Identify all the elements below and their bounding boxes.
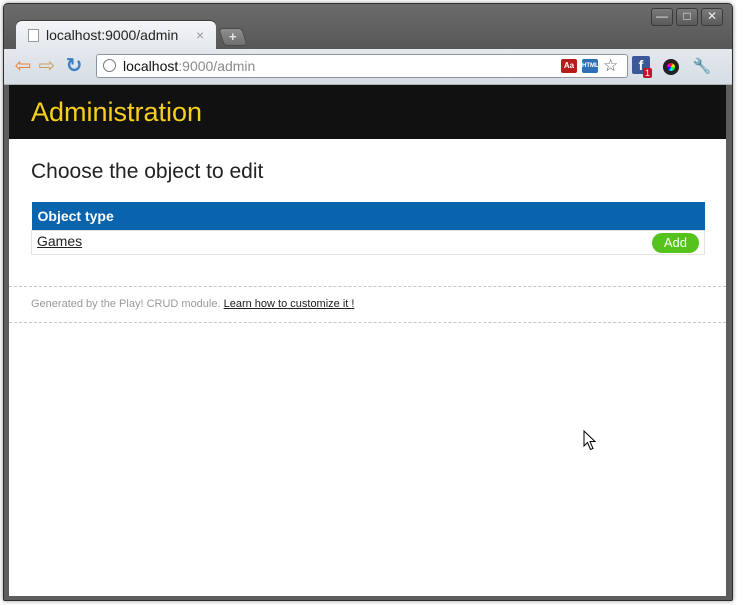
close-window-button[interactable]: ✕ [701, 8, 723, 26]
minimize-button[interactable]: — [651, 8, 673, 26]
customize-link[interactable]: Learn how to customize it ! [224, 298, 355, 310]
admin-header: Administration [9, 85, 726, 139]
table-row: Games Add [31, 230, 705, 255]
wrench-icon[interactable]: 🔧 [692, 57, 712, 77]
notification-badge: 1 [643, 68, 653, 78]
add-games-button[interactable]: Add [651, 232, 699, 253]
table-cell: Games Add [31, 230, 705, 255]
plus-icon: + [229, 29, 237, 44]
object-type-table: Object type Games Add [31, 202, 705, 255]
page-viewport: Administration Choose the object to edit… [9, 85, 726, 596]
page-icon [28, 29, 39, 42]
tab-title: localhost:9000/admin [46, 27, 179, 43]
maximize-button[interactable]: □ [676, 8, 698, 26]
address-url[interactable]: localhost:9000/admin [123, 58, 255, 74]
new-tab-button[interactable]: + [218, 28, 248, 46]
bookmark-star-icon[interactable]: ☆ [603, 56, 618, 76]
games-link[interactable]: Games [37, 233, 82, 249]
column-header-object-type: Object type [31, 202, 705, 231]
browser-window: localhost:9000/admin × + — □ ✕ ⇦ ⇨ ↻ loc… [3, 3, 733, 601]
dictionary-icon[interactable]: Aa [561, 59, 577, 73]
html-validator-icon[interactable]: HTML [582, 59, 599, 73]
mouse-cursor-icon [583, 430, 597, 451]
address-bar[interactable]: localhost:9000/admin Aa HTML ☆ [96, 54, 628, 78]
back-arrow-icon[interactable]: ⇦ [12, 55, 34, 77]
tab-strip: localhost:9000/admin × + — □ ✕ [4, 4, 732, 49]
color-wheel-icon[interactable] [661, 57, 681, 77]
page-title: Administration [31, 97, 203, 127]
globe-icon [103, 59, 116, 72]
browser-toolbar: ⇦ ⇨ ↻ localhost:9000/admin Aa HTML ☆ f 1… [4, 49, 732, 85]
forward-arrow-icon[interactable]: ⇨ [36, 55, 58, 77]
table-header-row: Object type [31, 202, 705, 231]
page-subtitle: Choose the object to edit [31, 160, 264, 183]
reload-icon[interactable]: ↻ [63, 55, 85, 77]
tab-close-icon[interactable]: × [196, 27, 204, 43]
facebook-icon[interactable]: f 1 [632, 56, 653, 78]
browser-tab[interactable]: localhost:9000/admin × [16, 21, 216, 49]
page-footer: Generated by the Play! CRUD module. Lear… [9, 286, 726, 323]
footer-text: Generated by the Play! CRUD module. Lear… [31, 298, 355, 310]
